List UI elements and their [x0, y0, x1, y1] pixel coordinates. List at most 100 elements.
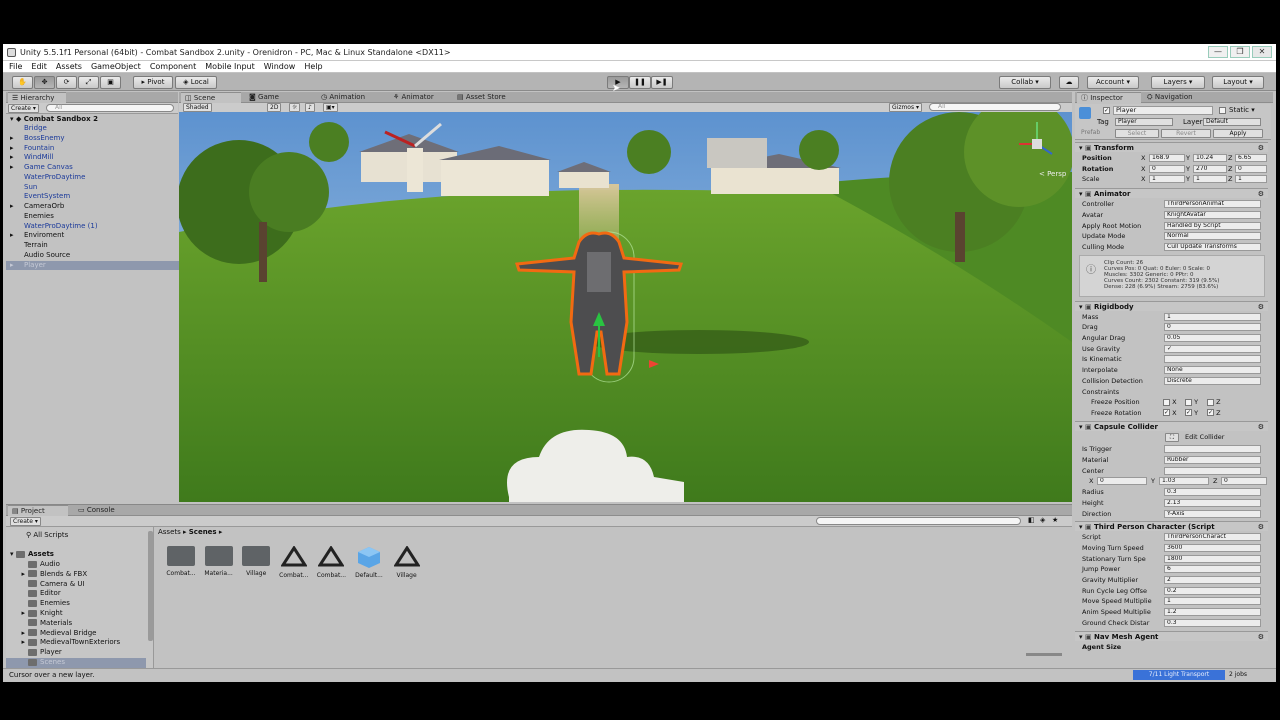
- prefab-select-button[interactable]: Select: [1115, 129, 1159, 138]
- transform-y-field[interactable]: 270: [1193, 164, 1227, 173]
- project-folder-item[interactable]: Enemies: [6, 599, 70, 609]
- pivot-toggle[interactable]: ▸ Pivot: [133, 76, 173, 89]
- field-value[interactable]: Handled by Script: [1164, 221, 1261, 230]
- hierarchy-item[interactable]: Terrain: [6, 241, 48, 251]
- layout-dropdown[interactable]: Layout ▾: [1212, 76, 1264, 89]
- pause-button[interactable]: ❚❚: [629, 76, 651, 89]
- project-asset-item[interactable]: Combat...: [163, 546, 199, 577]
- project-folder-item[interactable]: Materials: [6, 619, 72, 629]
- menu-gameobject[interactable]: GameObject: [91, 62, 141, 71]
- gizmos-dropdown[interactable]: Gizmos ▾: [889, 103, 923, 112]
- project-folder-item[interactable]: Editor: [6, 589, 61, 599]
- tab-navigation[interactable]: ⛭ Navigation: [1143, 92, 1213, 103]
- field-value[interactable]: 0.05: [1164, 334, 1261, 342]
- hierarchy-item[interactable]: Enemies: [6, 212, 54, 222]
- capsule-collider-header[interactable]: ▾ ▣ Capsule Collider ⚙: [1075, 420, 1268, 432]
- expand-arrow-icon[interactable]: ▸: [6, 202, 16, 212]
- maximize-button[interactable]: ❐: [1230, 46, 1250, 58]
- field-value[interactable]: [1164, 355, 1261, 364]
- field-value[interactable]: Normal: [1164, 232, 1261, 241]
- menu-assets[interactable]: Assets: [56, 62, 82, 71]
- scene-root-item[interactable]: ▾ ◆ Combat Sandbox 2: [6, 114, 178, 124]
- field-value[interactable]: 1.2: [1164, 608, 1261, 617]
- project-tree-scrollbar[interactable]: [148, 531, 153, 641]
- menu-mobile-input[interactable]: Mobile Input: [205, 62, 255, 71]
- third-person-character-header[interactable]: ▾ ▣ Third Person Character (Script ⚙: [1075, 521, 1268, 532]
- hierarchy-item[interactable]: ▸ CameraOrb: [6, 202, 64, 212]
- transform-header[interactable]: ▾ ▣ Transform ⚙: [1075, 142, 1268, 152]
- nav-mesh-agent-header[interactable]: ▾ ▣ Nav Mesh Agent ⚙: [1075, 630, 1268, 642]
- hierarchy-item[interactable]: ▸ Game Canvas: [6, 163, 73, 173]
- freeze-rotation-checkbox[interactable]: ✓: [1185, 409, 1192, 417]
- field-value[interactable]: 0: [1164, 323, 1261, 332]
- tag-dropdown[interactable]: Player: [1115, 118, 1173, 126]
- project-folder-item[interactable]: ▸ Blends & FBX: [6, 570, 87, 580]
- project-create-button[interactable]: Create ▾: [10, 517, 41, 526]
- freeze-position-checkbox[interactable]: [1185, 398, 1192, 406]
- tab-game[interactable]: ◙ Game: [245, 92, 305, 103]
- menu-window[interactable]: Window: [264, 62, 296, 71]
- foldout-arrow-icon[interactable]: ▾: [1075, 190, 1083, 198]
- foldout-arrow-icon[interactable]: ▾: [1075, 633, 1083, 641]
- transform-y-field[interactable]: 1: [1193, 175, 1227, 184]
- tab-console[interactable]: ▭ Console: [74, 505, 134, 516]
- hierarchy-item[interactable]: EventSystem: [6, 192, 70, 202]
- hierarchy-item[interactable]: ▸ WindMill: [6, 153, 53, 163]
- edit-collider-icon[interactable]: ⛶: [1165, 432, 1179, 442]
- tab-inspector[interactable]: ⓘ Inspector: [1077, 92, 1141, 103]
- hand-tool-icon[interactable]: ✋: [12, 76, 33, 89]
- hierarchy-item[interactable]: ▸ Fountain: [6, 144, 54, 154]
- favorite-star-icon[interactable]: ★: [1052, 516, 1058, 524]
- expand-arrow-icon[interactable]: ▸: [6, 144, 16, 154]
- menu-component[interactable]: Component: [150, 62, 196, 71]
- field-value[interactable]: 0.2: [1164, 586, 1261, 595]
- account-dropdown[interactable]: Account ▾: [1087, 76, 1139, 89]
- field-value[interactable]: ✓: [1164, 344, 1261, 353]
- field-value[interactable]: [1164, 466, 1261, 475]
- project-folder-item[interactable]: ▸ Medieval Bridge: [6, 629, 96, 639]
- field-value[interactable]: Rubber: [1164, 456, 1261, 464]
- expand-arrow-icon[interactable]: ▸: [6, 163, 16, 173]
- rigidbody-header[interactable]: ▾ ▣ Rigidbody ⚙: [1075, 300, 1268, 311]
- rotate-tool-icon[interactable]: ⟳: [56, 76, 77, 89]
- project-asset-item[interactable]: Default...: [351, 546, 387, 579]
- 2d-toggle[interactable]: 2D: [267, 103, 282, 112]
- field-value[interactable]: 1: [1164, 312, 1261, 321]
- center-x-field[interactable]: 0: [1097, 477, 1147, 486]
- freeze-rotation-checkbox[interactable]: ✓: [1207, 409, 1214, 417]
- tab-scene[interactable]: ◫ Scene: [181, 92, 241, 103]
- cloud-icon[interactable]: ☁: [1059, 76, 1079, 89]
- project-asset-item[interactable]: Combat...: [276, 545, 312, 579]
- freeze-rotation-checkbox[interactable]: ✓: [1163, 409, 1170, 417]
- expand-arrow-icon[interactable]: ▸: [6, 609, 28, 619]
- foldout-arrow-icon[interactable]: ▾: [1075, 423, 1083, 431]
- collab-button[interactable]: Collab ▾: [999, 76, 1051, 89]
- field-value[interactable]: 1800: [1164, 554, 1261, 563]
- project-folder-item[interactable]: Scenes: [6, 658, 146, 668]
- layers-dropdown[interactable]: Layers ▾: [1151, 76, 1205, 89]
- hierarchy-item[interactable]: WaterProDaytime: [6, 173, 85, 183]
- tab-hierarchy[interactable]: ☰ Hierarchy: [8, 92, 66, 103]
- field-value[interactable]: 0.3: [1164, 618, 1261, 627]
- settings-gear-icon[interactable]: ⚙: [1258, 422, 1264, 432]
- project-asset-item[interactable]: Village: [389, 545, 425, 579]
- transform-y-field[interactable]: 10.24: [1193, 154, 1227, 162]
- step-button[interactable]: ▶❚: [651, 76, 673, 89]
- expand-arrow-icon[interactable]: ▸: [6, 134, 16, 144]
- freeze-position-checkbox[interactable]: [1163, 398, 1170, 406]
- field-value[interactable]: Y-Axis: [1164, 509, 1261, 518]
- static-dropdown[interactable]: Static ▾: [1229, 106, 1255, 114]
- assets-root-item[interactable]: ▾ Assets: [10, 550, 54, 558]
- prefab-apply-button[interactable]: Apply: [1213, 129, 1263, 138]
- field-value[interactable]: 6: [1164, 565, 1261, 574]
- field-value[interactable]: Discrete: [1164, 376, 1261, 385]
- local-toggle[interactable]: ◈ Local: [175, 76, 217, 89]
- project-asset-item[interactable]: Materia...: [201, 546, 237, 577]
- breadcrumb-scenes[interactable]: Scenes: [189, 528, 217, 536]
- field-value[interactable]: KnightAvatar: [1164, 210, 1261, 219]
- settings-gear-icon[interactable]: ⚙: [1258, 632, 1264, 642]
- hierarchy-create-button[interactable]: Create ▾: [8, 104, 39, 113]
- field-value[interactable]: ThirdPersonAnimat: [1164, 200, 1261, 209]
- field-value[interactable]: [1164, 445, 1261, 454]
- static-checkbox[interactable]: [1219, 107, 1226, 114]
